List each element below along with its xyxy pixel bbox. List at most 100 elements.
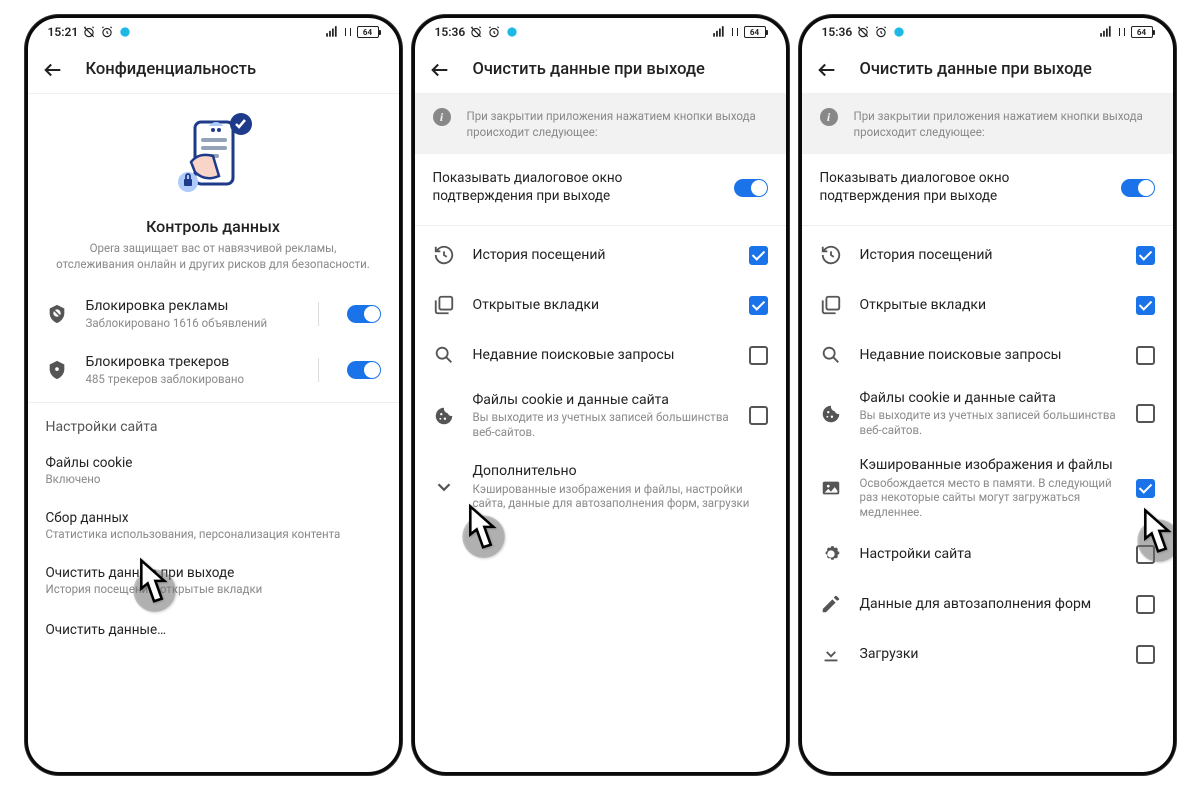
alarm-icon bbox=[874, 25, 888, 39]
row-cookies[interactable]: Файлы cookie и данные сайта Вы выходите … bbox=[802, 380, 1173, 447]
row-history[interactable]: История посещений bbox=[802, 230, 1173, 280]
battery-icon: 64 bbox=[744, 26, 766, 38]
download-icon bbox=[820, 643, 842, 665]
row-ad-blocking[interactable]: Блокировка рекламы Заблокировано 1616 об… bbox=[28, 286, 399, 342]
page-title: Очистить данные при выходе bbox=[860, 60, 1092, 79]
info-text: При закрытии приложения нажатием кнопки … bbox=[854, 108, 1155, 140]
info-banner: i При закрытии приложения нажатием кнопк… bbox=[802, 94, 1173, 154]
hero-section: Контроль данных Opera защищает вас от на… bbox=[28, 94, 399, 286]
adblock-sub: Заблокировано 1616 объявлений bbox=[86, 316, 300, 331]
status-bar: 15:36 64 bbox=[415, 18, 786, 46]
battery-icon: 64 bbox=[1131, 26, 1153, 38]
app-bar: Конфиденциальность bbox=[28, 46, 399, 94]
volte-icon bbox=[1116, 25, 1128, 39]
divider bbox=[318, 358, 319, 382]
item-clear-on-exit[interactable]: Очистить данные при выходе История посещ… bbox=[28, 551, 399, 606]
history-checkbox[interactable] bbox=[1136, 246, 1155, 265]
item-cookies[interactable]: Файлы cookie Включено bbox=[28, 441, 399, 496]
battery-icon: 64 bbox=[357, 26, 379, 38]
back-button[interactable] bbox=[816, 59, 838, 81]
signal-icon bbox=[712, 25, 726, 39]
image-icon bbox=[820, 477, 842, 499]
row-confirm-dialog[interactable]: Показывать диалоговое окно подтверждения… bbox=[802, 154, 1173, 221]
volte-icon bbox=[729, 25, 741, 39]
search-icon bbox=[433, 344, 455, 366]
info-icon: i bbox=[433, 108, 451, 126]
status-bar: 15:36 64 bbox=[802, 18, 1173, 46]
page-title: Конфиденциальность bbox=[86, 60, 257, 79]
back-button[interactable] bbox=[42, 59, 64, 81]
row-open-tabs[interactable]: Открытые вкладки bbox=[802, 280, 1173, 330]
info-banner: i При закрытии приложения нажатием кнопк… bbox=[415, 94, 786, 154]
confirm-toggle[interactable] bbox=[734, 179, 768, 197]
hero-title: Контроль данных bbox=[50, 217, 377, 236]
section-site-settings[interactable]: Настройки сайта bbox=[28, 407, 399, 441]
adblock-title: Блокировка рекламы bbox=[86, 297, 300, 315]
cache-checkbox[interactable] bbox=[1136, 479, 1155, 498]
row-tracker-blocking[interactable]: Блокировка трекеров 485 трекеров заблоки… bbox=[28, 342, 399, 398]
signal-icon bbox=[325, 25, 339, 39]
item-data-collection[interactable]: Сбор данных Статистика использования, пе… bbox=[28, 496, 399, 551]
history-checkbox[interactable] bbox=[749, 246, 768, 265]
row-open-tabs[interactable]: Открытые вкладки bbox=[415, 280, 786, 330]
cloud-icon bbox=[505, 25, 519, 39]
alarm-off-icon bbox=[82, 25, 96, 39]
row-history[interactable]: История посещений bbox=[415, 230, 786, 280]
row-advanced[interactable]: Дополнительно Кэшированные изображения и… bbox=[415, 451, 786, 522]
adblock-toggle[interactable] bbox=[347, 305, 381, 323]
alarm-icon bbox=[487, 25, 501, 39]
app-bar: Очистить данные при выходе bbox=[415, 46, 786, 94]
privacy-illustration bbox=[153, 104, 273, 209]
autofill-checkbox[interactable] bbox=[1136, 595, 1155, 614]
tabs-icon bbox=[820, 294, 842, 316]
phone-2: 15:36 64 Очистить данные при выходе i Пр… bbox=[412, 15, 789, 775]
confirm-label: Показывать диалоговое окно подтверждения… bbox=[820, 170, 1103, 205]
cookie-icon bbox=[820, 403, 842, 425]
searches-checkbox[interactable] bbox=[749, 346, 768, 365]
cloud-icon bbox=[118, 25, 132, 39]
info-icon: i bbox=[820, 108, 838, 126]
tabs-checkbox[interactable] bbox=[749, 296, 768, 315]
volte-icon bbox=[342, 25, 354, 39]
chevron-down-icon bbox=[433, 476, 455, 498]
downloads-checkbox[interactable] bbox=[1136, 645, 1155, 664]
row-recent-searches[interactable]: Недавние поисковые запросы bbox=[802, 330, 1173, 380]
history-icon bbox=[820, 244, 842, 266]
search-icon bbox=[820, 344, 842, 366]
searches-checkbox[interactable] bbox=[1136, 346, 1155, 365]
tracker-toggle[interactable] bbox=[347, 361, 381, 379]
cloud-icon bbox=[892, 25, 906, 39]
info-text: При закрытии приложения нажатием кнопки … bbox=[467, 108, 768, 140]
hero-subtitle: Opera защищает вас от навязчивой рекламы… bbox=[50, 241, 377, 272]
row-downloads[interactable]: Загрузки bbox=[802, 629, 1173, 679]
history-icon bbox=[433, 244, 455, 266]
cookies-checkbox[interactable] bbox=[1136, 404, 1155, 423]
status-bar: 15:21 64 bbox=[28, 18, 399, 46]
back-button[interactable] bbox=[429, 59, 451, 81]
pencil-icon bbox=[820, 593, 842, 615]
phone-1: 15:21 64 Конфиденциальность bbox=[25, 15, 402, 775]
alarm-off-icon bbox=[469, 25, 483, 39]
cookies-checkbox[interactable] bbox=[749, 406, 768, 425]
status-time: 15:21 bbox=[48, 25, 79, 39]
item-clear-data[interactable]: Очистить данные… bbox=[28, 606, 399, 648]
page-title: Очистить данные при выходе bbox=[473, 60, 705, 79]
site-checkbox[interactable] bbox=[1136, 545, 1155, 564]
tabs-checkbox[interactable] bbox=[1136, 296, 1155, 315]
row-autofill[interactable]: Данные для автозаполнения форм bbox=[802, 579, 1173, 629]
row-site-settings[interactable]: Настройки сайта bbox=[802, 529, 1173, 579]
signal-icon bbox=[1099, 25, 1113, 39]
alarm-icon bbox=[100, 25, 114, 39]
gear-icon bbox=[820, 543, 842, 565]
row-recent-searches[interactable]: Недавние поисковые запросы bbox=[415, 330, 786, 380]
confirm-toggle[interactable] bbox=[1121, 179, 1155, 197]
row-cached-images[interactable]: Кэшированные изображения и файлы Освобож… bbox=[802, 447, 1173, 529]
cookie-icon bbox=[433, 405, 455, 427]
alarm-off-icon bbox=[856, 25, 870, 39]
row-confirm-dialog[interactable]: Показывать диалоговое окно подтверждения… bbox=[415, 154, 786, 221]
row-cookies[interactable]: Файлы cookie и данные сайта Вы выходите … bbox=[415, 380, 786, 451]
tracker-sub: 485 трекеров заблокировано bbox=[86, 372, 300, 387]
status-time: 15:36 bbox=[435, 25, 466, 39]
tabs-icon bbox=[433, 294, 455, 316]
adblock-icon bbox=[46, 303, 68, 325]
